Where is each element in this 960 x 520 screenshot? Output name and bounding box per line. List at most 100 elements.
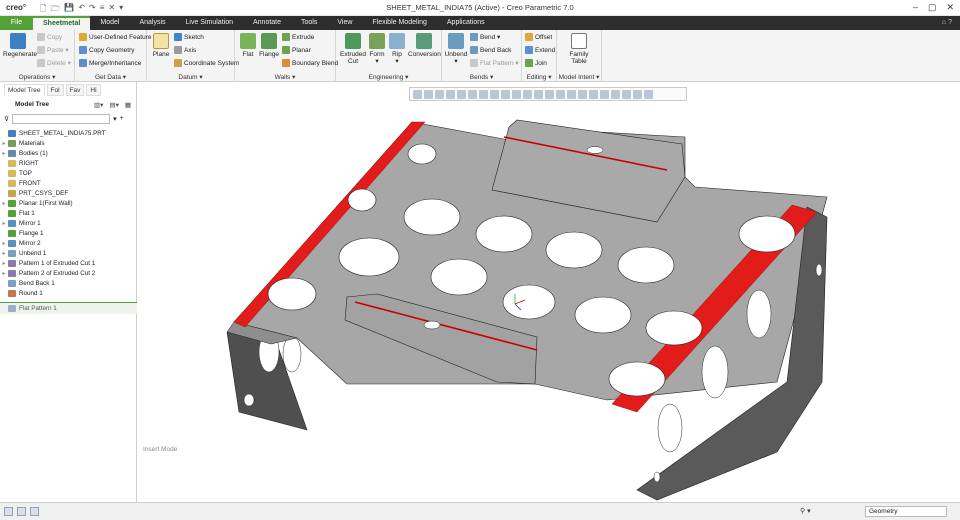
tree-item[interactable]: Round 1 [0,288,137,298]
coordinate-system-button[interactable]: Coordinate System [174,59,239,67]
tab-annotate[interactable]: Annotate [243,16,291,30]
user-defined-feature-button[interactable]: User-Defined Feature [79,33,152,41]
tree-item-label: Bend Back 1 [19,279,55,287]
family-table-button[interactable]: Family Table [563,33,595,65]
form-button[interactable]: Form ▾ [367,33,387,65]
group-label[interactable]: Datum ▾ [147,73,234,81]
conversion-button[interactable]: Conversion [408,33,441,58]
tree-item[interactable]: ▸ Unbend 1 [0,248,137,258]
join-button[interactable]: Join [525,59,547,67]
tree-item[interactable]: ▸ Pattern 2 of Extruded Cut 2 [0,268,137,278]
minimize-icon[interactable]: – [913,2,918,13]
tab-tools[interactable]: Tools [291,16,327,30]
filter-icon[interactable]: ⊽ [4,115,9,123]
group-label[interactable]: Walls ▾ [235,73,335,81]
selection-filter-select[interactable]: Geometry [865,506,947,517]
bend-back-button[interactable]: Bend Back [470,46,511,54]
flange-button[interactable]: Flange [258,33,280,58]
expand-icon[interactable]: ▸ [0,200,8,207]
rip-button[interactable]: Rip ▾ [387,33,407,65]
expand-icon[interactable]: ▸ [0,250,8,257]
tree-item[interactable]: ▸ Mirror 2 [0,238,137,248]
extend-button[interactable]: Extend [525,46,555,54]
planar-button[interactable]: Planar [282,46,311,54]
tree-item[interactable]: ▸ Mirror 1 [0,218,137,228]
full-screen-icon[interactable] [30,507,39,516]
tab-folder-browser[interactable]: Fol [46,84,64,96]
offset-icon [525,33,533,41]
paste-button[interactable]: Paste ▾ [37,46,69,54]
group-label[interactable]: Engineering ▾ [336,73,441,81]
tree-item[interactable]: PRT_CSYS_DEF [0,188,137,198]
tab-sheetmetal[interactable]: Sheetmetal [33,16,91,30]
tree-item[interactable]: Flange 1 [0,228,137,238]
tab-file[interactable]: File [0,16,33,30]
help-icon[interactable]: ⌂ ? [934,16,960,30]
group-datum: Plane Sketch Axis Coordinate System Datu… [147,30,239,82]
add-icon[interactable]: + [120,115,124,122]
merge-inheritance-button[interactable]: Merge/Inheritance [79,59,141,67]
tab-favorites[interactable]: Fav [65,84,85,96]
tree-item-label: Flat Pattern 1 [19,305,57,312]
maximize-icon[interactable]: ▢ [928,2,937,13]
expand-icon[interactable]: ▸ [0,270,8,277]
offset-button[interactable]: Offset [525,33,552,41]
tree-item[interactable]: ▸ Pattern 1 of Extruded Cut 1 [0,258,137,268]
tab-analysis[interactable]: Analysis [129,16,175,30]
search-input[interactable] [12,113,111,124]
tree-item[interactable]: FRONT [0,178,137,188]
tab-applications[interactable]: Applications [437,16,495,30]
tab-history[interactable]: Hi [86,84,101,96]
tree-item-label: TOP [19,169,32,177]
tree-item[interactable]: RIGHT [0,158,137,168]
graphics-toolbar-toggle-icon[interactable] [17,507,26,516]
tab-flexible-modeling[interactable]: Flexible Modeling [362,16,436,30]
expand-icon[interactable]: ▸ [0,260,8,267]
sketch-button[interactable]: Sketch [174,33,204,41]
expand-icon[interactable]: ▸ [0,240,8,247]
expand-icon[interactable]: ▸ [0,140,8,147]
tab-live-simulation[interactable]: Live Simulation [176,16,243,30]
search-dropdown-icon[interactable]: ▾ [113,115,117,123]
close-icon[interactable]: ✕ [946,2,954,13]
group-label[interactable]: Operations ▾ [0,73,74,81]
expand-icon[interactable]: ▸ [0,220,8,227]
extrude-button[interactable]: Extrude [282,33,314,41]
plate-hole [338,237,400,277]
group-label[interactable]: Model Intent ▾ [557,73,601,81]
boundary-blend-button[interactable]: Boundary Blend [282,59,338,67]
tree-filter-icon[interactable]: ▥▾ [94,101,103,109]
tab-model[interactable]: Model [90,16,129,30]
tree-settings-icon[interactable]: ▤▾ [109,101,118,109]
copy-geometry-button[interactable]: Copy Geometry [79,46,135,54]
bend-button[interactable]: Bend ▾ [470,33,500,41]
group-label[interactable]: Editing ▾ [522,73,556,81]
group-label[interactable]: Bends ▾ [442,73,521,81]
tree-columns-icon[interactable]: ▦ [125,101,131,109]
tree-item[interactable]: TOP [0,168,137,178]
group-label[interactable]: Get Data ▾ [75,73,146,81]
regenerate-button[interactable]: Regenerate [3,33,37,58]
tab-view[interactable]: View [327,16,362,30]
find-icon[interactable]: ⚲ ▾ [800,507,811,515]
tree-item[interactable]: ▸ Materials [0,138,137,148]
tab-model-tree[interactable]: Model Tree [4,84,45,96]
expand-icon[interactable]: ▸ [0,150,8,157]
delete-button[interactable]: Delete ▾ [37,59,71,67]
tree-item-insert-point[interactable]: Flat Pattern 1 [0,302,137,314]
axis-button[interactable]: Axis [174,46,196,54]
flat-button[interactable]: Flat [239,33,257,58]
flat-pattern-button[interactable]: Flat Pattern ▾ [470,59,519,67]
tree-item[interactable]: SHEET_METAL_INDIA75.PRT [0,128,137,138]
unbend-button[interactable]: Unbend ▾ [444,33,468,65]
extend-icon [525,46,533,54]
message-log-icon[interactable] [4,507,13,516]
copy-button[interactable]: Copy [37,33,62,41]
tree-item[interactable]: Bend Back 1 [0,278,137,288]
graphics-viewport[interactable]: Insert Mode [137,82,960,502]
tree-item[interactable]: ▸ Planar 1(First Wall) [0,198,137,208]
tree-item[interactable]: Flat 1 [0,208,137,218]
plane-button[interactable]: Plane [150,33,172,58]
extruded-cut-button[interactable]: Extruded Cut [339,33,367,65]
tree-item[interactable]: ▸ Bodies (1) [0,148,137,158]
